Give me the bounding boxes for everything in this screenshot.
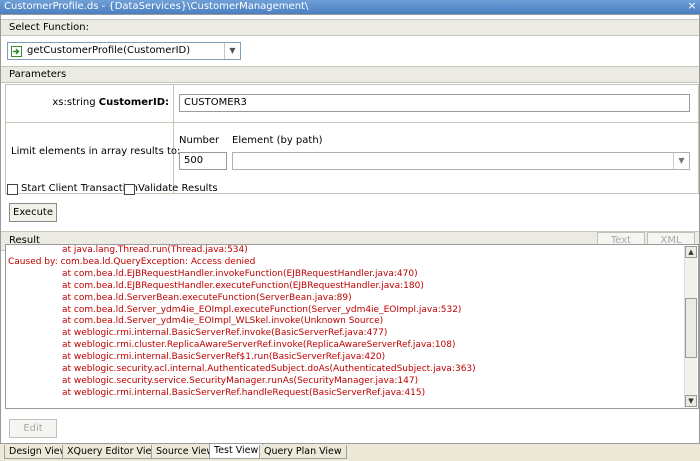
function-select-value: getCustomerProfile(CustomerID) xyxy=(27,45,191,56)
result-line: at com.bea.ld.EJBRequestHandler.executeF… xyxy=(62,280,424,291)
window-title: CustomerProfile.ds - {DataServices}\Cust… xyxy=(4,1,309,12)
limit-elements-label: Limit elements in array results to: xyxy=(11,146,181,157)
start-transaction-label: Start Client Transaction xyxy=(21,183,138,194)
tab-query-plan-view[interactable]: Query Plan View xyxy=(259,445,347,459)
validate-results-label: Validate Results xyxy=(138,183,218,194)
result-line: at weblogic.rmi.internal.BasicServerRef.… xyxy=(62,328,388,339)
parameters-row-divider xyxy=(5,122,699,123)
execute-button[interactable]: Execute xyxy=(9,203,57,222)
result-line: at com.bea.ld.EJBRequestHandler.invokeFu… xyxy=(62,268,418,279)
result-scrollbar[interactable]: ▲ ▼ xyxy=(684,246,697,407)
select-function-header: Select Function: xyxy=(1,19,699,36)
result-line: at com.bea.ld.Server_ydm4ie_EOImpl_WLSke… xyxy=(62,316,384,327)
result-line: at com.bea.ld.ServerBean.executeFunction… xyxy=(62,292,352,303)
tab-test-view[interactable]: Test View xyxy=(209,444,264,459)
result-line: at weblogic.rmi.cluster.ReplicaAwareServ… xyxy=(62,340,456,351)
parameters-header: Parameters xyxy=(1,66,699,83)
scroll-up-icon[interactable]: ▲ xyxy=(685,246,697,258)
result-line: at java.lang.Thread.run(Thread.java:534) xyxy=(62,245,248,255)
param-type: xs:string xyxy=(52,97,96,108)
window-title-bar: CustomerProfile.ds - {DataServices}\Cust… xyxy=(0,0,700,14)
scroll-thumb[interactable] xyxy=(685,298,697,358)
tab-xquery-editor-view[interactable]: XQuery Editor View xyxy=(62,445,165,459)
result-line: at com.bea.ld.Server_ydm4ie_EOImpl.execu… xyxy=(62,304,462,315)
element-path-label: Element (by path) xyxy=(232,135,323,146)
param-name: CustomerID: xyxy=(98,97,169,108)
view-tabs: Design View XQuery Editor View Source Vi… xyxy=(0,444,700,461)
function-select[interactable]: getCustomerProfile(CustomerID) ▼ xyxy=(7,42,241,60)
edit-button[interactable]: Edit xyxy=(9,419,57,438)
result-line: at weblogic.security.service.SecurityMan… xyxy=(62,375,419,386)
result-output[interactable]: at java.lang.Thread.run(Thread.java:534)… xyxy=(5,244,699,409)
result-line: at weblogic.rmi.internal.BasicServerRef.… xyxy=(62,387,426,398)
result-line: at weblogic.security.acl.internal.Authen… xyxy=(62,364,476,375)
customer-id-label: xs:string CustomerID: xyxy=(11,97,169,108)
scroll-down-icon[interactable]: ▼ xyxy=(685,395,697,407)
chevron-down-icon[interactable]: ▼ xyxy=(673,153,689,169)
result-line: Caused by: com.bea.ld.QueryException: Ac… xyxy=(8,256,256,267)
test-view-panel: Select Function: getCustomerProfile(Cust… xyxy=(0,14,700,444)
chevron-down-icon[interactable]: ▼ xyxy=(224,43,240,59)
function-icon xyxy=(11,46,22,57)
customer-id-input[interactable]: CUSTOMER3 xyxy=(179,94,690,112)
number-label: Number xyxy=(179,135,220,146)
result-lines: at java.lang.Thread.run(Thread.java:534)… xyxy=(8,245,680,400)
number-limit-input[interactable]: 500 xyxy=(179,152,227,170)
element-path-select[interactable]: ▼ xyxy=(232,152,690,170)
validate-results-checkbox[interactable] xyxy=(124,184,135,195)
close-icon[interactable]: × xyxy=(686,0,698,12)
result-line: at weblogic.rmi.internal.BasicServerRef$… xyxy=(62,352,386,363)
start-transaction-checkbox[interactable] xyxy=(7,184,18,195)
parameters-column-divider xyxy=(173,84,174,194)
